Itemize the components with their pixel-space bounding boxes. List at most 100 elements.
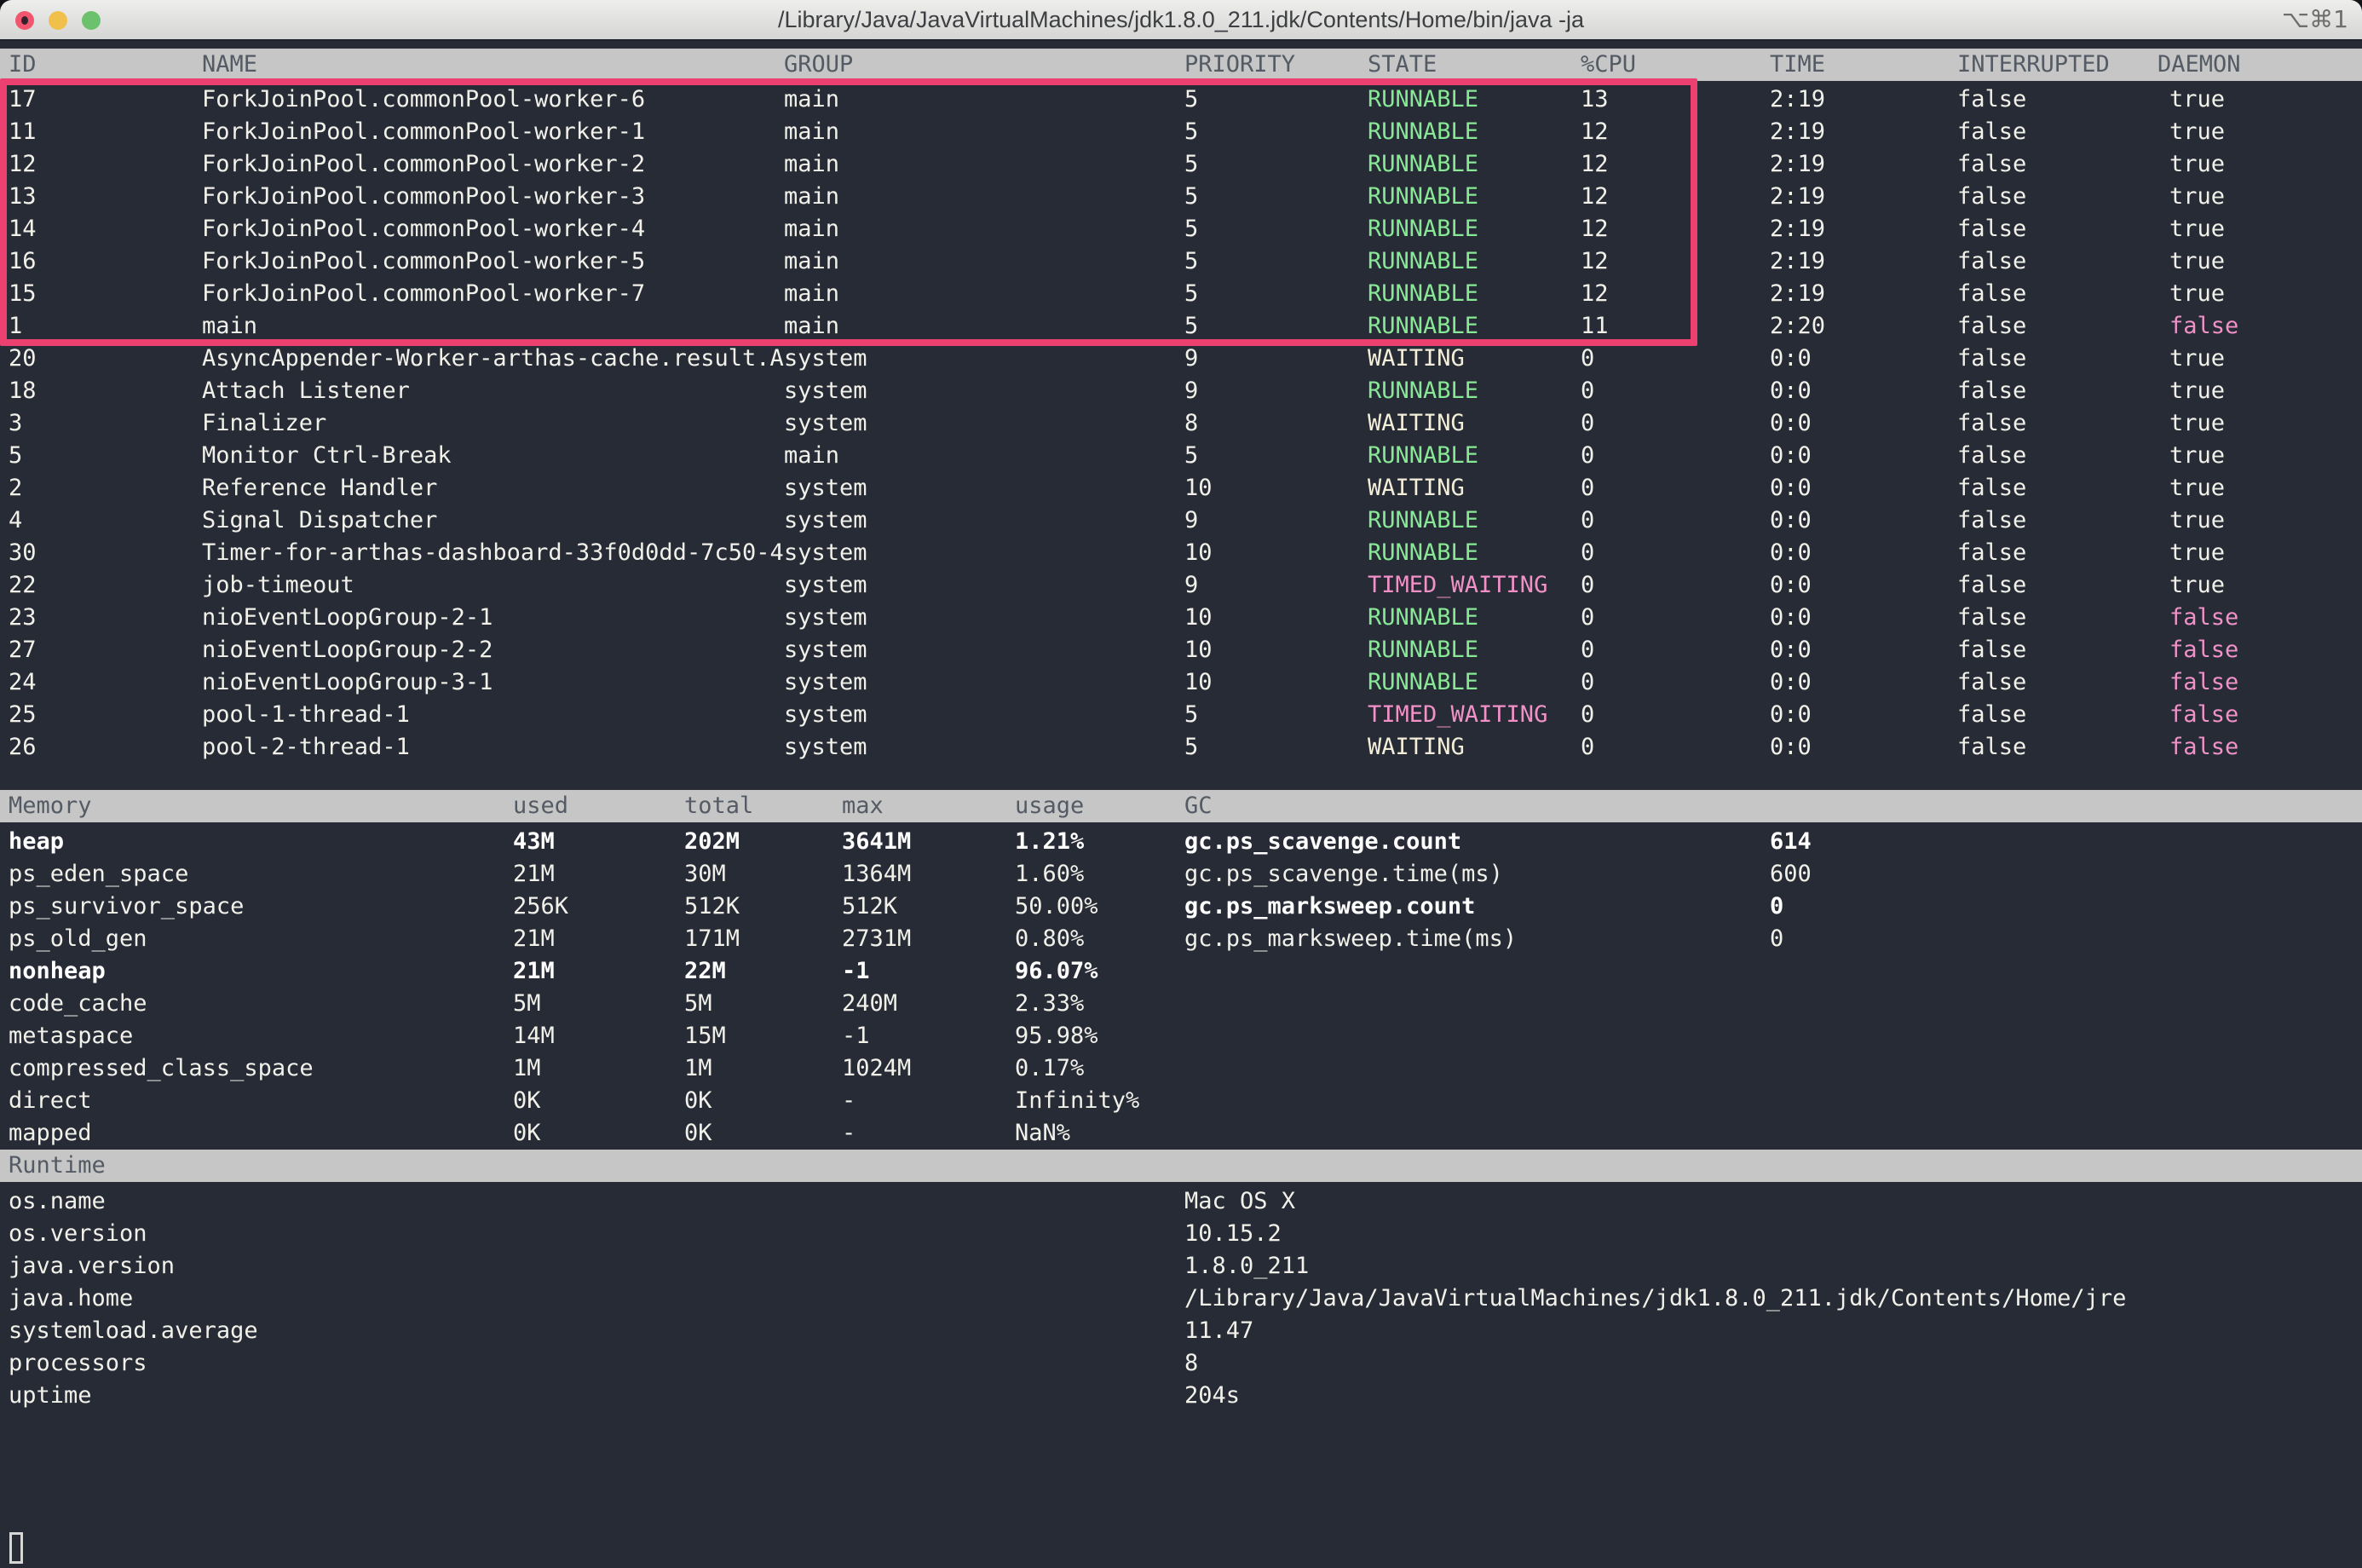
- thread-cpu: 0: [1581, 504, 1594, 537]
- thread-name: ForkJoinPool.commonPool-worker-6: [202, 84, 645, 116]
- thread-daemon: true: [2169, 569, 2225, 602]
- thread-daemon: true: [2169, 440, 2225, 472]
- thread-id: 14: [9, 213, 37, 245]
- thread-col-name: NAME: [202, 49, 257, 81]
- close-button-icon[interactable]: [15, 11, 34, 30]
- thread-name: ForkJoinPool.commonPool-worker-4: [202, 213, 645, 245]
- memory-col-gc: GC: [1184, 790, 1213, 822]
- runtime-value: 11.47: [1184, 1315, 1253, 1347]
- memory-used: 1M: [513, 1052, 541, 1085]
- thread-state: RUNNABLE: [1368, 602, 1478, 634]
- thread-interrupted: false: [1957, 440, 2026, 472]
- thread-time: 0:0: [1770, 343, 1812, 375]
- thread-table-header: IDNAMEGROUPPRIORITYSTATE%CPUTIMEINTERRUP…: [0, 49, 2362, 81]
- thread-time: 2:19: [1770, 181, 1825, 213]
- thread-state: RUNNABLE: [1368, 375, 1478, 407]
- window-controls: [15, 11, 101, 30]
- thread-daemon: false: [2169, 634, 2238, 666]
- thread-group: main: [784, 278, 839, 310]
- thread-time: 2:19: [1770, 148, 1825, 181]
- runtime-row: systemload.average11.47: [0, 1315, 2362, 1347]
- thread-time: 0:0: [1770, 666, 1812, 699]
- thread-priority: 5: [1184, 278, 1198, 310]
- thread-priority: 9: [1184, 343, 1198, 375]
- gc-name: gc.ps_scavenge.time(ms): [1184, 858, 1503, 891]
- thread-col-interrupted: INTERRUPTED: [1957, 49, 2110, 81]
- thread-daemon: true: [2169, 278, 2225, 310]
- thread-priority: 9: [1184, 504, 1198, 537]
- memory-used: 0K: [513, 1085, 541, 1117]
- memory-col-max: max: [842, 790, 884, 822]
- runtime-value: Mac OS X: [1184, 1185, 1295, 1218]
- memory-col-total: total: [684, 790, 753, 822]
- thread-priority: 10: [1184, 666, 1213, 699]
- zoom-button-icon[interactable]: [82, 11, 101, 30]
- thread-name: Signal Dispatcher: [202, 504, 437, 537]
- thread-daemon: false: [2169, 666, 2238, 699]
- thread-interrupted: false: [1957, 343, 2026, 375]
- window-title: /Library/Java/JavaVirtualMachines/jdk1.8…: [153, 0, 2209, 39]
- thread-cpu: 12: [1581, 116, 1609, 148]
- thread-row: 24nioEventLoopGroup-3-1system10RUNNABLE0…: [0, 666, 2362, 699]
- thread-group: system: [784, 666, 867, 699]
- thread-id: 23: [9, 602, 37, 634]
- thread-time: 0:0: [1770, 602, 1812, 634]
- thread-id: 27: [9, 634, 37, 666]
- thread-group: main: [784, 213, 839, 245]
- titlebar[interactable]: /Library/Java/JavaVirtualMachines/jdk1.8…: [0, 0, 2362, 41]
- terminal-screen[interactable]: IDNAMEGROUPPRIORITYSTATE%CPUTIMEINTERRUP…: [0, 43, 2362, 1568]
- thread-interrupted: false: [1957, 84, 2026, 116]
- thread-group: main: [784, 440, 839, 472]
- thread-state: TIMED_WAITING: [1368, 699, 1547, 731]
- memory-name: code_cache: [9, 988, 147, 1020]
- thread-row: 11ForkJoinPool.commonPool-worker-1main5R…: [0, 116, 2362, 148]
- thread-id: 24: [9, 666, 37, 699]
- thread-row: 26pool-2-thread-1system5WAITING00:0false…: [0, 731, 2362, 764]
- thread-group: main: [784, 84, 839, 116]
- thread-name: ForkJoinPool.commonPool-worker-3: [202, 181, 645, 213]
- memory-usage: 95.98%: [1015, 1020, 1098, 1052]
- thread-state: RUNNABLE: [1368, 504, 1478, 537]
- gc-row: gc.ps_marksweep.time(ms)0: [0, 923, 2362, 955]
- thread-interrupted: false: [1957, 537, 2026, 569]
- thread-group: main: [784, 116, 839, 148]
- thread-cpu: 12: [1581, 245, 1609, 278]
- thread-state: WAITING: [1368, 731, 1465, 764]
- thread-cpu: 12: [1581, 278, 1609, 310]
- thread-name: Reference Handler: [202, 472, 437, 504]
- thread-id: 11: [9, 116, 37, 148]
- thread-interrupted: false: [1957, 731, 2026, 764]
- thread-priority: 10: [1184, 472, 1213, 504]
- thread-time: 0:0: [1770, 472, 1812, 504]
- memory-used: 0K: [513, 1117, 541, 1150]
- thread-time: 2:19: [1770, 84, 1825, 116]
- thread-cpu: 0: [1581, 440, 1594, 472]
- thread-row: 30Timer-for-arthas-dashboard-33f0d0dd-7c…: [0, 537, 2362, 569]
- memory-max: -: [842, 1085, 856, 1117]
- thread-id: 22: [9, 569, 37, 602]
- memory-total: 15M: [684, 1020, 726, 1052]
- runtime-header: Runtime: [0, 1150, 2362, 1182]
- thread-interrupted: false: [1957, 666, 2026, 699]
- thread-col-id: ID: [9, 49, 37, 81]
- gc-value: 600: [1770, 858, 1812, 891]
- thread-daemon: true: [2169, 343, 2225, 375]
- thread-row: 12ForkJoinPool.commonPool-worker-2main5R…: [0, 148, 2362, 181]
- thread-name: ForkJoinPool.commonPool-worker-5: [202, 245, 645, 278]
- thread-cpu: 12: [1581, 181, 1609, 213]
- thread-id: 16: [9, 245, 37, 278]
- minimize-button-icon[interactable]: [49, 11, 67, 30]
- terminal-cursor: [9, 1532, 23, 1564]
- thread-group: system: [784, 472, 867, 504]
- memory-usage: 96.07%: [1015, 955, 1098, 988]
- thread-cpu: 11: [1581, 310, 1609, 343]
- thread-name: nioEventLoopGroup-2-1: [202, 602, 493, 634]
- runtime-key: uptime: [9, 1380, 92, 1412]
- thread-daemon: false: [2169, 602, 2238, 634]
- gc-value: 0: [1770, 891, 1783, 923]
- thread-id: 18: [9, 375, 37, 407]
- thread-interrupted: false: [1957, 375, 2026, 407]
- thread-priority: 5: [1184, 148, 1198, 181]
- thread-row: 13ForkJoinPool.commonPool-worker-3main5R…: [0, 181, 2362, 213]
- memory-row: code_cache5M5M240M2.33%: [0, 988, 2362, 1020]
